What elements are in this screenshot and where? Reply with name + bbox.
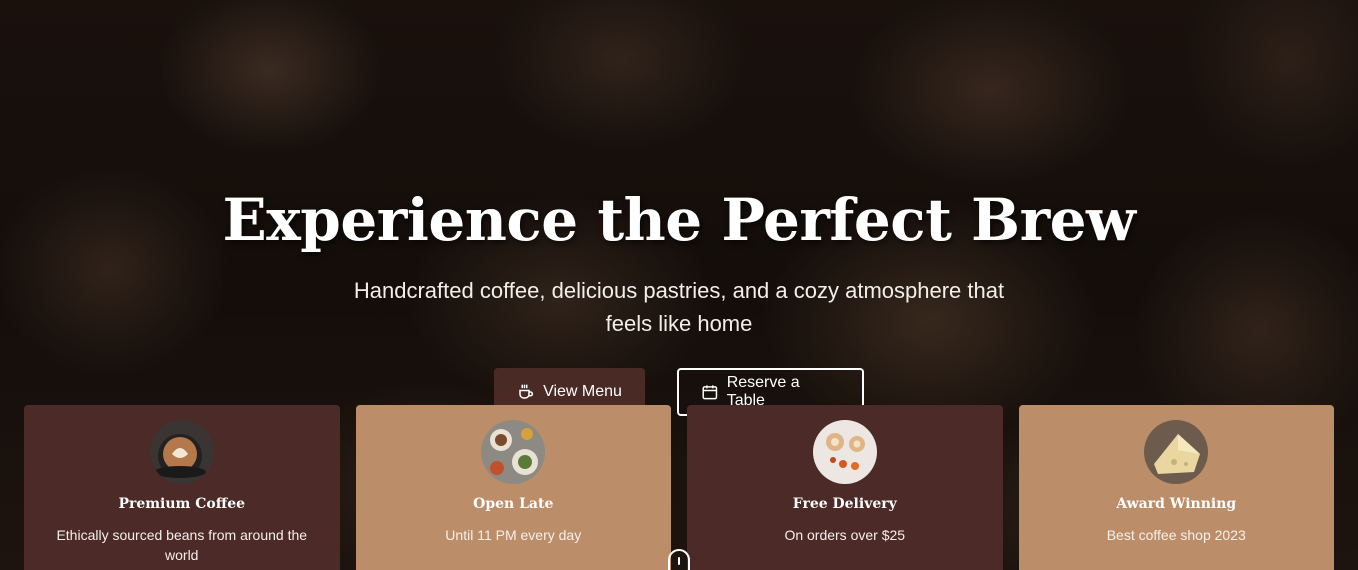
feature-title: Premium Coffee xyxy=(118,496,246,512)
scroll-down-indicator[interactable] xyxy=(668,549,690,570)
feature-text: Ethically sourced beans from around the … xyxy=(56,527,308,563)
view-menu-label: View Menu xyxy=(543,383,622,400)
feature-text: Best coffee shop 2023 xyxy=(1106,527,1246,543)
feature-text: On orders over $25 xyxy=(784,527,906,543)
hero-section: Experience the Perfect Brew Handcrafted … xyxy=(0,180,1358,340)
feature-card-free-delivery: Free Delivery On orders over $25 xyxy=(687,405,1003,570)
feature-title: Open Late xyxy=(473,496,554,512)
coffee-cup-icon xyxy=(519,384,534,399)
feature-title: Free Delivery xyxy=(792,496,897,512)
calendar-icon xyxy=(702,385,718,400)
feature-card-open-late: Open Late Until 11 PM every day xyxy=(355,405,671,570)
pastries-image xyxy=(812,420,877,484)
feature-title: Award Winning xyxy=(1116,496,1237,512)
feature-card-award-winning: Award Winning Best coffee shop 2023 xyxy=(1018,405,1334,570)
hero-title: Experience the Perfect Brew xyxy=(222,186,1136,254)
cheese-image xyxy=(1144,420,1209,484)
hero-subtitle: Handcrafted coffee, delicious pastries, … xyxy=(353,278,1005,336)
food-table-image xyxy=(481,420,546,484)
features-row: Premium Coffee Ethically sourced beans f… xyxy=(24,405,1334,570)
feature-text: Until 11 PM every day xyxy=(445,527,582,543)
latte-art-image xyxy=(149,420,214,484)
feature-card-premium-coffee: Premium Coffee Ethically sourced beans f… xyxy=(24,405,340,570)
